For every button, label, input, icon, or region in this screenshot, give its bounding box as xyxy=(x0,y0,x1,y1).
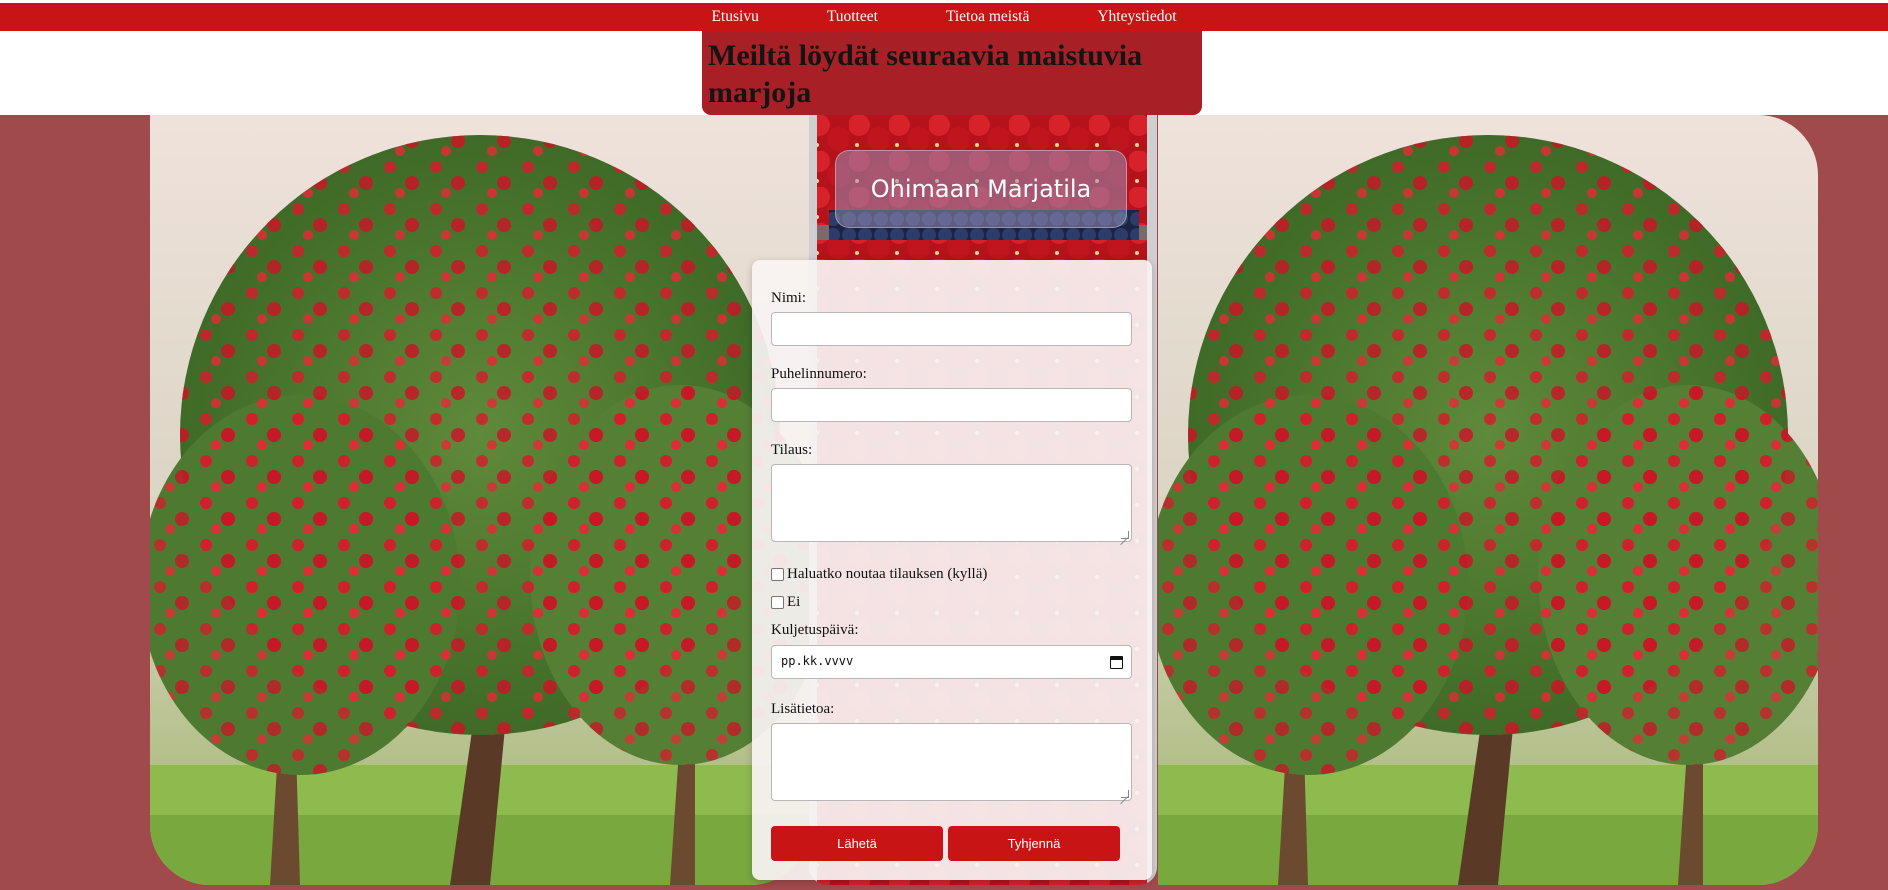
farm-title: Ohimaan Marjatila xyxy=(870,175,1092,203)
nav-link-home[interactable]: Etusivu xyxy=(677,3,792,31)
order-textarea[interactable] xyxy=(771,464,1132,542)
pickup-no-label: Ei xyxy=(787,594,801,610)
reset-button[interactable]: Tyhjennä xyxy=(948,826,1120,861)
apple-orchard-image-left xyxy=(150,115,810,885)
submit-button[interactable]: Lähetä xyxy=(771,826,943,861)
apple-orchard-image-right xyxy=(1158,115,1818,885)
pickup-yes-label: Haluatko noutaa tilauksen (kyllä) xyxy=(787,566,988,582)
page-heading-box: Meiltä löydät seuraavia maistuvia marjoj… xyxy=(702,31,1202,115)
delivery-date-label: Kuljetuspäivä: xyxy=(771,622,859,638)
nav-link-products[interactable]: Tuotteet xyxy=(793,3,912,31)
page-heading: Meiltä löydät seuraavia maistuvia marjoj… xyxy=(708,39,1143,109)
pickup-no-option[interactable]: Ei xyxy=(771,594,800,611)
order-label: Tilaus: xyxy=(771,442,813,458)
delivery-date-field[interactable]: pp.kk.vvvv xyxy=(771,645,1132,679)
pickup-yes-option[interactable]: Haluatko noutaa tilauksen (kyllä) xyxy=(771,566,987,583)
phone-field[interactable] xyxy=(771,388,1132,422)
resize-handle-icon[interactable] xyxy=(1121,790,1129,798)
nav-link-contact[interactable]: Yhteystiedot xyxy=(1063,3,1210,31)
extra-info-textarea[interactable] xyxy=(771,723,1132,801)
pickup-yes-checkbox[interactable] xyxy=(771,568,784,581)
phone-label: Puhelinnumero: xyxy=(771,366,867,382)
name-label: Nimi: xyxy=(771,290,807,306)
top-nav: Etusivu Tuotteet Tietoa meistä Yhteystie… xyxy=(0,3,1888,31)
nav-link-about[interactable]: Tietoa meistä xyxy=(912,3,1063,31)
extra-info-label: Lisätietoa: xyxy=(771,701,835,717)
pickup-no-checkbox[interactable] xyxy=(771,596,784,609)
calendar-icon[interactable] xyxy=(1110,656,1123,669)
resize-handle-icon[interactable] xyxy=(1121,531,1129,539)
farm-title-box: Ohimaan Marjatila xyxy=(835,150,1127,228)
name-field[interactable] xyxy=(771,312,1132,346)
order-form: Nimi: Puhelinnumero: Tilaus: Haluatko no… xyxy=(752,260,1152,880)
delivery-date-placeholder: pp.kk.vvvv xyxy=(781,654,854,668)
